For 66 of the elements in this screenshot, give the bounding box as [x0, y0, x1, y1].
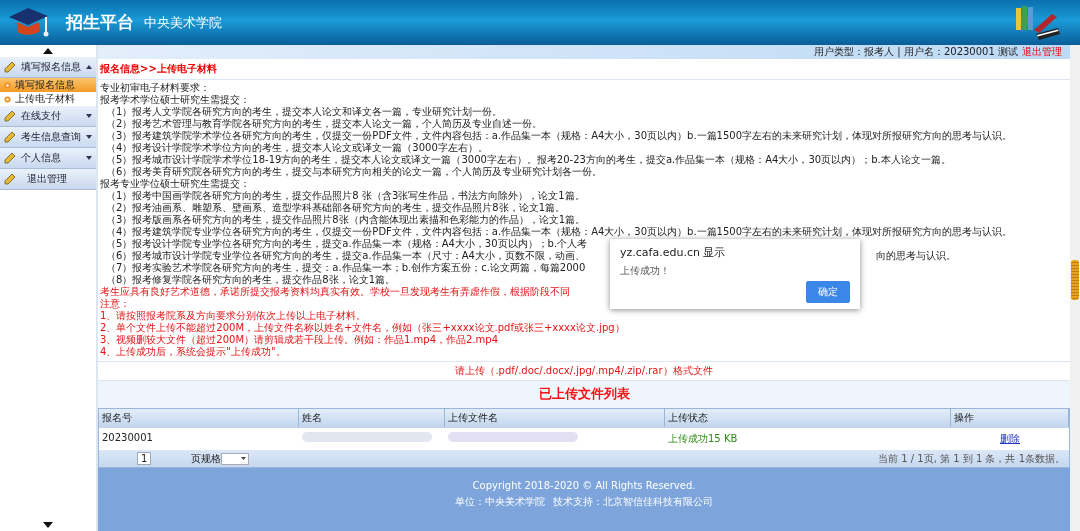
menu-group[interactable]: 个人信息 — [0, 148, 96, 169]
column-header: 上传状态 — [665, 409, 951, 427]
requirement-text: （5）报考设计学院专业学位各研究方向的考生，提交a.作品集一本（规格：A4大小，30页以内）；b.个人考 — [105, 238, 588, 250]
requirement-text: （1）报考人文学院各研究方向的考生，提交本人论文和译文各一篇，专业研究计划一份。 — [105, 106, 503, 118]
scroll-up-icon — [43, 48, 53, 54]
breadcrumb: 报名信息>>上传电子材料 — [98, 59, 1070, 80]
pencil-icon — [4, 131, 17, 143]
delete-link[interactable]: 删除 — [1000, 433, 1020, 444]
requirement-text: （1）报考中国画学院各研究方向的考生，提交作品照片8 张（含3张写生作品，书法方向除外），论文1篇。 — [105, 190, 585, 202]
menu-group[interactable]: 在线支付 — [0, 106, 96, 127]
requirement-text: 4、上传成功后，系统会提示"上传成功"。 — [100, 346, 286, 358]
list-title: 已上传文件列表 — [98, 381, 1070, 408]
unit-text: 单位：中央美术学院 — [455, 495, 545, 509]
menu-group-label: 个人信息 — [21, 151, 62, 165]
pencil-icon — [4, 173, 17, 185]
column-header: 姓名 — [299, 409, 445, 427]
dialog-message: 上传成功！ — [620, 264, 671, 278]
scrollbar[interactable] — [1070, 45, 1080, 531]
scroll-down-icon — [43, 522, 53, 528]
requirement-text: （4）报考设计学院学术学位方向的考生，提交本人论文或译文一篇（3000字左右）。 — [105, 142, 488, 154]
column-header: 操作 — [951, 409, 1069, 427]
menu-item[interactable]: 填写报名信息 — [0, 78, 96, 92]
menu-group-label: 填写报名信息 — [21, 60, 82, 74]
menu-group[interactable]: 退出管理 — [0, 169, 96, 190]
menu-group[interactable]: 考生信息查询 — [0, 127, 96, 148]
requirement-text: （3）报考建筑学院学术学位各研究方向的考生，仅提交一份PDF文件，文件内容包括：a.作品集一本（规格：A4大小，30页以内）b.一篇1500字左右的未来研究计划，体现对所报研究方向的思考与认识。 — [105, 130, 1013, 142]
requirement-text: 向的思考与认识。 — [876, 250, 956, 262]
requirement-text: （6）报考城市设计学院专业学位各研究方向的考生，提交a.作品集一本（尺寸：A4大小，页数不限，动画、 — [106, 250, 585, 262]
page-size-dropdown[interactable] — [221, 452, 250, 465]
requirement-text: （3）报考版画系各研究方向的考生，提交作品照片8张（内含能体现出素描和色彩能力的作品），论文1篇。 — [105, 214, 586, 226]
column-header: 报名号 — [99, 409, 299, 427]
pencil-icon — [4, 61, 17, 73]
pencil-icon — [4, 152, 17, 164]
requirement-text: 报考专业学位硕士研究生需提交： — [100, 178, 250, 190]
requirement-text: （2）报考油画系、雕塑系、壁画系、造型学科基础部各研究方向的考生，提交作品照片8张，论文1篇。 — [105, 202, 566, 214]
requirement-text: 专业初审电子材料要求： — [100, 82, 210, 94]
page-size-label: 页规格 — [191, 451, 222, 466]
page-number-field[interactable]: 1 — [137, 452, 152, 465]
school-name: 中央美术学院 — [144, 13, 222, 32]
column-header: 上传文件名 — [445, 409, 665, 427]
requirement-text: （2）报考艺术管理与教育学院各研究方向的考生，提交本人论文一篇，个人简历及专业自述一份。 — [105, 118, 543, 130]
requirement-text: （8）报考修复学院各研究方向的考生，提交作品8张，论文1篇。 — [105, 274, 396, 286]
requirement-text: 1、请按照报考院系及方向要求分别依次上传以上电子材料。 — [100, 310, 367, 322]
requirement-text: （4）报考建筑学院专业学位各研究方向的考生，仅提交一份PDF文件，文件内容包括：a.作品集一本（规格：A4大小，30页以内）b.一篇1500字左右的未来研究计划，体现对所报研究方向的思考与认识。 — [105, 226, 1013, 238]
requirement-text: 报考学术学位硕士研究生需提交： — [100, 94, 250, 106]
user-info: 用户类型：报考人 | 用户名：20230001 测试 — [814, 45, 1018, 59]
caret-down-icon — [241, 457, 247, 460]
menu-group-label: 考生信息查询 — [21, 130, 82, 144]
menu-group-label: 退出管理 — [26, 172, 68, 186]
site-title: 招生平台 — [66, 11, 134, 34]
support-text: 技术支持：北京智信佳科技有限公司 — [553, 495, 713, 509]
ok-button[interactable]: 确定 — [806, 281, 850, 303]
pencil-icon — [4, 110, 17, 122]
menu-group-label: 在线支付 — [21, 109, 62, 123]
copyright-text: Copyright 2018-2020 © All Rights Reserved. — [472, 480, 696, 491]
requirement-text: （6）报考美育研究院各研究方向的考生，提交与本研究方向相关的论文一篇，个人简历及专业研究计划各一份。 — [105, 166, 603, 178]
requirement-text: （5）报考城市设计学院学术学位18-19方向的考生，提交本人论文或译文一篇（3000字左右）。报考20-23方向的考生，提交a.作品集一本（规格：A4大小，30页以内）；b.本人论文一篇。 — [105, 154, 951, 166]
requirement-text: 考生应具有良好艺术道德，承诺所提交报考资料均真实有效。学校一旦发现考生有弄虚作假，根据阶段不同 — [100, 286, 570, 298]
requirement-text: 注意： — [100, 298, 130, 310]
requirement-text: 3、视频删较大文件（超过200M）请剪辑成若干段上传。例如：作品1.mp4，作品2.mp4 — [100, 334, 499, 346]
scrollbar-thumb[interactable] — [1071, 260, 1079, 300]
requirement-text: （7）报考实验艺术学院各研究方向的考生，提交：a.作品集一本；b.创作方案五份；c.论文两篇，每篇2000 — [105, 262, 586, 274]
requirement-text: 2、单个文件上传不能超过200M，上传文件名称以姓名+文件名，例如（张三+xxxx论文.pdf或张三+xxxx论文.jpg） — [100, 322, 625, 334]
dialog-title: yz.cafa.edu.cn 显示 — [620, 245, 727, 260]
menu-group[interactable]: 填写报名信息 — [0, 57, 96, 78]
pager-summary: 当前 1 / 1页, 第 1 到 1 条，共 1条数据。 — [878, 451, 1065, 466]
